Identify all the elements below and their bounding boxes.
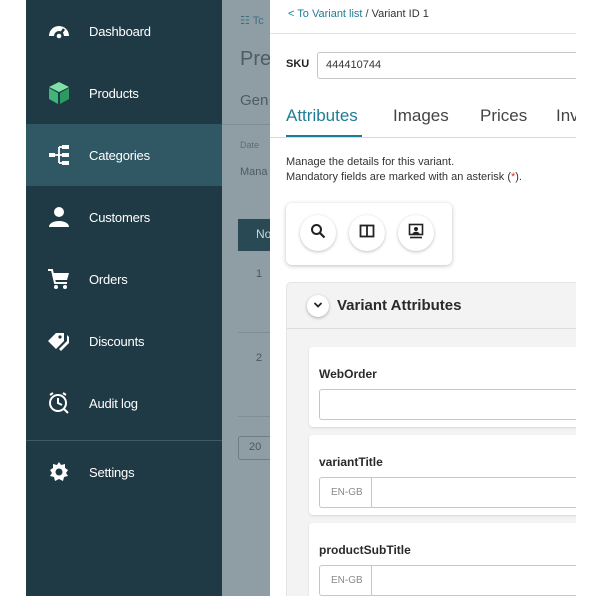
background-page-size: 20 (238, 436, 270, 460)
audit-clock-icon (46, 391, 72, 415)
background-divider (222, 124, 270, 125)
columns-button[interactable] (349, 215, 385, 251)
background-row-number: 1 (256, 268, 263, 280)
sidebar-item-label: Orders (89, 271, 128, 287)
search-button[interactable] (300, 215, 336, 251)
collapse-section-button[interactable] (307, 295, 329, 317)
language-tag: EN-GB (320, 566, 372, 595)
description-line-1: Manage the details for this variant. (286, 156, 455, 168)
sidebar-item-dashboard[interactable]: Dashboard (26, 0, 222, 62)
breadcrumb: < To Variant list / Variant ID 1 (288, 8, 429, 20)
section-header[interactable]: Variant Attributes (287, 283, 576, 329)
sidebar-item-products[interactable]: Products (26, 62, 222, 124)
language-tag: EN-GB (320, 478, 372, 507)
background-breadcrumb: ☷ Tc (240, 15, 264, 27)
sidebar-nav: Dashboard Products Categories Customers … (26, 0, 222, 596)
sidebar-item-label: Discounts (89, 333, 145, 349)
variant-tabs: Attributes Images Prices Inv (270, 104, 576, 138)
category-tree-icon (46, 143, 72, 167)
field-weborder: WebOrder (309, 347, 576, 427)
box-icon (46, 81, 72, 105)
tags-icon (46, 329, 72, 353)
field-label: WebOrder (319, 367, 377, 381)
sku-label: SKU (286, 58, 310, 70)
header-divider (270, 33, 576, 34)
field-label: variantTitle (319, 455, 383, 469)
background-row-number: 2 (256, 352, 263, 364)
sidebar-item-orders[interactable]: Orders (26, 248, 222, 310)
search-icon (310, 223, 326, 244)
breadcrumb-separator: / (365, 8, 369, 20)
background-page-title: Pre (240, 48, 270, 70)
attribute-toolbar (286, 203, 452, 265)
varianttitle-input[interactable]: EN-GB (319, 477, 576, 508)
sidebar-item-customers[interactable]: Customers (26, 186, 222, 248)
field-varianttitle: variantTitle EN-GB (309, 435, 576, 515)
tab-attributes[interactable]: Attributes (286, 106, 358, 126)
sidebar-item-label: Settings (89, 464, 135, 480)
presentation-button[interactable] (398, 215, 434, 251)
tab-prices[interactable]: Prices (480, 106, 527, 126)
sku-input[interactable]: 444410744 (317, 52, 576, 79)
background-row-divider (238, 332, 270, 333)
background-row-divider (238, 416, 270, 417)
sidebar-item-categories[interactable]: Categories (26, 124, 222, 186)
description-text: Manage the details for this variant. Man… (286, 155, 522, 185)
field-productsubtitle: productSubTitle EN-GB (309, 523, 576, 596)
background-page-overlay[interactable]: ☷ Tc Pre Gen Date Mana No 1 2 20 (222, 0, 270, 596)
tab-images[interactable]: Images (393, 106, 449, 126)
tab-inventory[interactable]: Inv (556, 106, 576, 126)
productsubtitle-input[interactable]: EN-GB (319, 565, 576, 596)
variant-attributes-section: Variant Attributes WebOrder variantTitle… (286, 282, 576, 596)
bottom-edge (0, 596, 600, 600)
background-new-button: No (238, 219, 270, 251)
sidebar-item-label: Customers (89, 209, 151, 225)
cart-icon (46, 267, 72, 291)
field-label: productSubTitle (319, 543, 411, 557)
gear-icon (46, 460, 72, 484)
chevron-down-icon (313, 297, 323, 315)
presentation-icon (408, 223, 424, 244)
dashboard-gauge-icon (46, 19, 72, 43)
user-icon (46, 205, 72, 229)
description-line-2: Mandatory fields are marked with an aste… (286, 171, 522, 183)
background-tab: Gen (240, 92, 269, 109)
sidebar-item-label: Audit log (89, 395, 138, 411)
sidebar-item-label: Categories (89, 147, 150, 163)
sidebar-item-settings[interactable]: Settings (26, 441, 222, 503)
back-to-variant-list-link[interactable]: < To Variant list (288, 8, 363, 20)
sidebar-item-label: Dashboard (89, 23, 151, 39)
section-title: Variant Attributes (337, 297, 462, 314)
background-manage-text: Mana (240, 166, 268, 178)
active-tab-indicator (286, 135, 362, 137)
background-date-label: Date (240, 140, 260, 150)
breadcrumb-current: Variant ID 1 (371, 8, 429, 20)
variant-drawer: < To Variant list / Variant ID 1 SKU 44441… (270, 0, 576, 596)
sidebar-item-discounts[interactable]: Discounts (26, 310, 222, 372)
sidebar-item-audit-log[interactable]: Audit log (26, 372, 222, 434)
weborder-input[interactable] (319, 389, 576, 420)
columns-icon (359, 223, 375, 244)
sidebar-item-label: Products (89, 85, 139, 101)
app-root: Dashboard Products Categories Customers … (0, 0, 600, 600)
